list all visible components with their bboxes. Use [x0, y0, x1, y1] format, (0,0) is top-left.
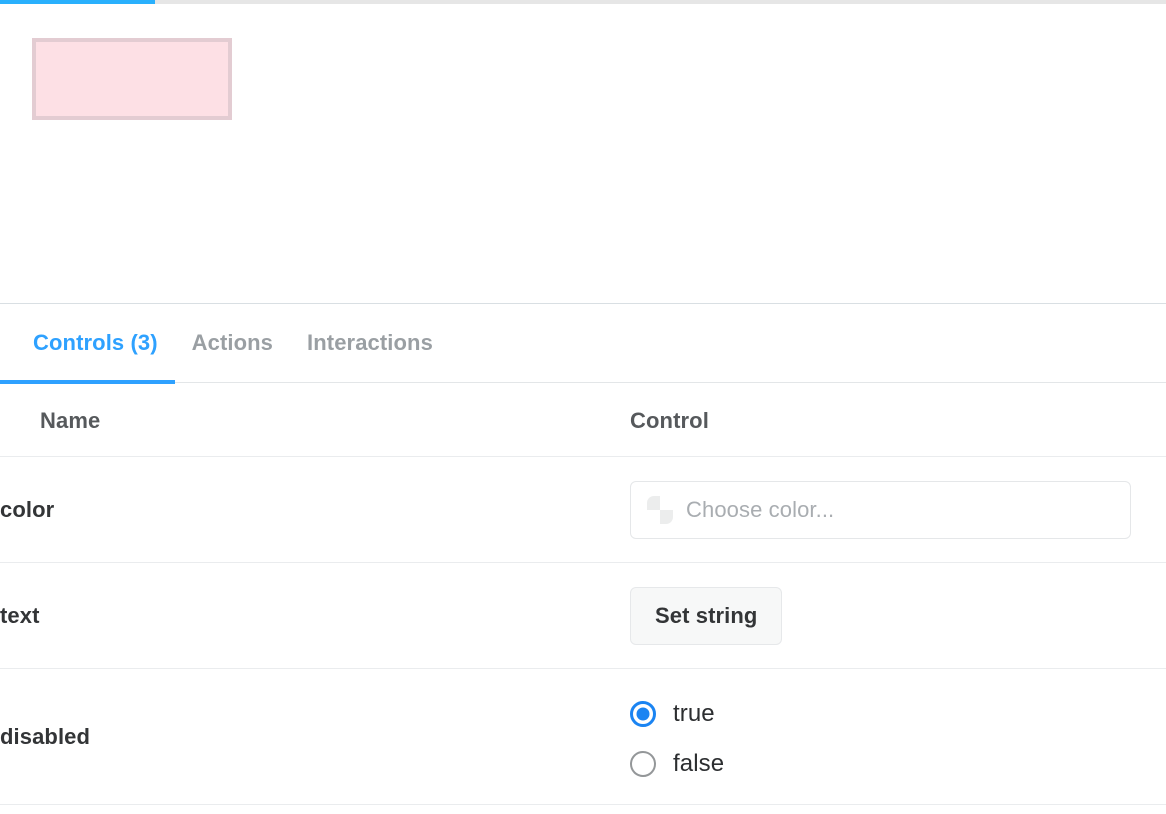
radio-label-true: true	[673, 700, 715, 728]
tab-controls[interactable]: Controls (3)	[0, 304, 175, 383]
story-preview-canvas	[0, 4, 1166, 303]
table-row: disabled true false	[0, 669, 1166, 805]
story-preview-box[interactable]	[32, 38, 232, 120]
color-swatch-icon	[647, 496, 673, 524]
color-input[interactable]: Choose color...	[630, 481, 1131, 539]
control-name-text: text	[0, 563, 630, 669]
set-string-button[interactable]: Set string	[630, 587, 782, 645]
radio-unselected-icon	[630, 751, 656, 777]
controls-table: Name Control color Choose color...	[0, 383, 1166, 805]
table-row: text Set string	[0, 563, 1166, 669]
radio-option-true[interactable]: true	[630, 700, 1166, 728]
tab-actions[interactable]: Actions	[175, 304, 290, 383]
column-header-name: Name	[0, 383, 630, 457]
control-cell-color: Choose color...	[630, 457, 1166, 563]
addon-panel: Controls (3) Actions Interactions Name C…	[0, 303, 1166, 814]
addon-tab-bar: Controls (3) Actions Interactions	[0, 304, 1166, 383]
radio-option-false[interactable]: false	[630, 750, 1166, 778]
radio-selected-icon	[630, 701, 656, 727]
tab-interactions[interactable]: Interactions	[290, 304, 450, 383]
control-cell-disabled: true false	[630, 669, 1166, 805]
column-header-control: Control	[630, 383, 1166, 457]
table-row: color Choose color...	[0, 457, 1166, 563]
color-input-placeholder: Choose color...	[686, 497, 834, 523]
radio-label-false: false	[673, 750, 724, 778]
disabled-radio-group: true false	[630, 695, 1166, 778]
control-cell-text: Set string	[630, 563, 1166, 669]
control-name-disabled: disabled	[0, 669, 630, 805]
controls-table-header-row: Name Control	[0, 383, 1166, 457]
control-name-color: color	[0, 457, 630, 563]
